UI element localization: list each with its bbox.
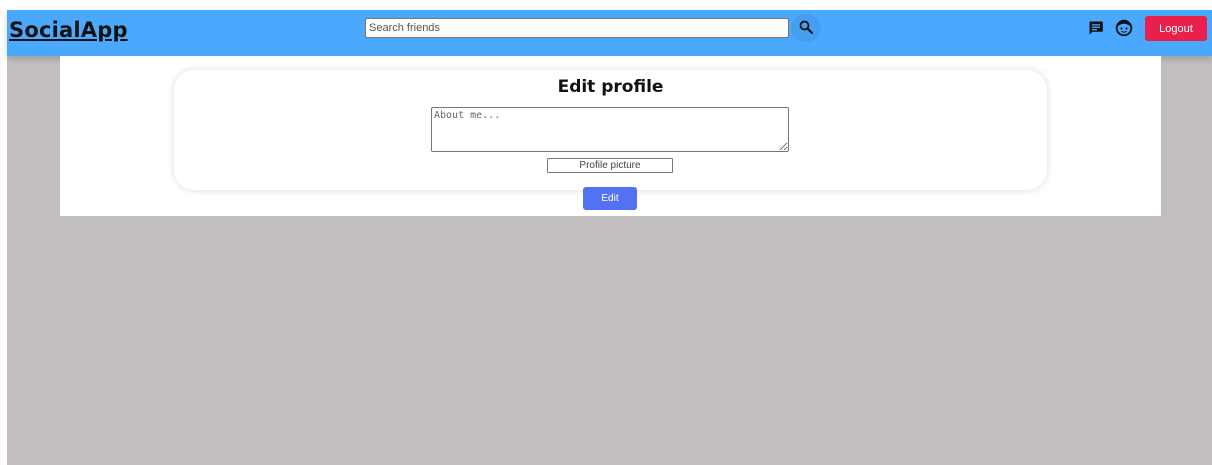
about-me-textarea[interactable] [431,107,789,152]
profile-picture-label: Profile picture [579,160,641,171]
edit-submit-button[interactable]: Edit [583,187,637,210]
brand-logo-link[interactable]: SocialApp [9,18,128,42]
avatar-face-icon [1115,19,1133,41]
logout-button[interactable]: Logout [1145,16,1207,41]
search-input[interactable] [365,18,789,38]
edit-profile-card: Edit profile Profile picture [174,70,1047,190]
messages-button[interactable] [1086,20,1106,40]
search-icon [799,19,813,38]
chat-icon [1088,20,1104,40]
app-frame: SocialApp Search friends Logout Edit pro… [7,10,1212,465]
profile-button[interactable] [1114,19,1134,41]
navbar: SocialApp Search friends Logout [7,10,1212,56]
main-content: Edit profile Profile picture Edit [60,56,1161,216]
profile-picture-file-input[interactable]: Profile picture [547,158,673,173]
page-title: Edit profile [557,77,664,97]
search-button[interactable] [791,14,821,42]
